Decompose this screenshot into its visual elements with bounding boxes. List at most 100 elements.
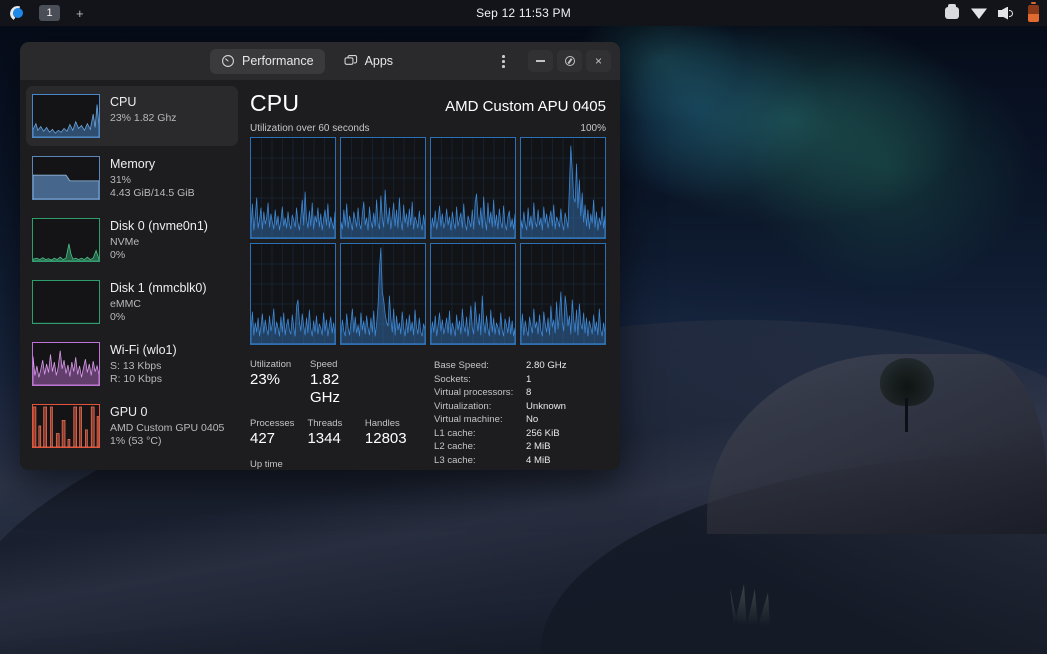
sidebar-item-wifi-sub2: R: 10 Kbps bbox=[110, 373, 177, 386]
sidebar-item-memory-sub2: 4.43 GiB/14.5 GiB bbox=[110, 187, 195, 200]
stat-utilization-value: 23% bbox=[250, 371, 310, 389]
stats-section: Utilization 23% Speed 1.82 GHz Processes… bbox=[250, 359, 606, 470]
sidebar-item-memory-text: Memory 31% 4.43 GiB/14.5 GiB bbox=[110, 156, 195, 200]
core-graph-1-plot bbox=[341, 138, 425, 238]
panel-header: CPU AMD Custom APU 0405 bbox=[250, 90, 606, 117]
system-tray bbox=[944, 0, 1041, 26]
sidebar-item-disk-0[interactable]: Disk 0 (nvme0n1) NVMe 0% bbox=[26, 210, 238, 270]
system-logo-icon[interactable] bbox=[10, 6, 25, 21]
minimize-icon bbox=[536, 60, 545, 62]
core-graph-5-plot bbox=[341, 244, 425, 344]
disk-0-thumbnail-graph bbox=[32, 218, 100, 262]
sidebar-item-gpu-0-sub1: AMD Custom GPU 0405 bbox=[110, 422, 224, 435]
sidebar-item-cpu-text: CPU 23% 1.82 Ghz bbox=[110, 94, 177, 125]
stat-handles-label: Handles bbox=[365, 418, 430, 430]
add-workspace-button[interactable]: + bbox=[72, 7, 88, 20]
wifi-icon[interactable] bbox=[971, 5, 987, 21]
spec-key-7: L3 cache: bbox=[434, 454, 526, 468]
core-graph-0-plot bbox=[251, 138, 335, 238]
spec-value-1: 1 bbox=[526, 373, 531, 387]
core-graph-6 bbox=[430, 243, 516, 345]
window-controls: × bbox=[494, 42, 611, 80]
volume-icon[interactable] bbox=[998, 5, 1014, 21]
maximize-button[interactable] bbox=[557, 50, 582, 72]
spec-value-7: 4 MiB bbox=[526, 454, 551, 468]
stat-utilization: Utilization 23% bbox=[250, 359, 310, 407]
stat-threads-value: 1344 bbox=[307, 430, 364, 448]
per-core-graph-grid bbox=[250, 137, 606, 345]
stat-row-processes-threads-handles: Processes 427 Threads 1344 Handles 12803 bbox=[250, 418, 430, 448]
windows-stack-icon bbox=[344, 54, 358, 68]
stat-processes-label: Processes bbox=[250, 418, 307, 430]
sidebar-item-wifi-text: Wi-Fi (wlo1) S: 13 Kbps R: 10 Kbps bbox=[110, 342, 177, 386]
sidebar-item-disk-1[interactable]: Disk 1 (mmcblk0) eMMC 0% bbox=[26, 272, 238, 332]
stat-utilization-label: Utilization bbox=[250, 359, 310, 371]
sidebar-item-gpu-0-sub2: 1% (53 °C) bbox=[110, 435, 224, 448]
disk-1-thumbnail-graph bbox=[32, 280, 100, 324]
sidebar-item-memory[interactable]: Memory 31% 4.43 GiB/14.5 GiB bbox=[26, 148, 238, 208]
sidebar-item-cpu-sub1: 23% 1.82 Ghz bbox=[110, 112, 177, 125]
spec-value-3: Unknown bbox=[526, 400, 566, 414]
sidebar-item-cpu[interactable]: CPU 23% 1.82 Ghz bbox=[26, 86, 238, 146]
graph-max-label: 100% bbox=[580, 123, 606, 134]
graph-header: Utilization over 60 seconds 100% bbox=[250, 123, 606, 134]
minimize-button[interactable] bbox=[528, 50, 553, 72]
spec-row-2: Virtual processors:8 bbox=[434, 386, 606, 400]
stat-handles-value: 12803 bbox=[365, 430, 430, 448]
cpu-specs-list: Base Speed:2.80 GHzSockets:1Virtual proc… bbox=[430, 359, 606, 470]
tab-performance-label: Performance bbox=[242, 54, 314, 68]
window-titlebar[interactable]: Performance Apps × bbox=[20, 42, 620, 80]
top-panel: 1 + Sep 12 11:53 PM bbox=[0, 0, 1047, 26]
top-panel-left: 1 + bbox=[0, 5, 88, 21]
gpu-0-thumbnail-graph bbox=[32, 404, 100, 448]
workspace-badge-1[interactable]: 1 bbox=[39, 5, 60, 21]
sidebar-item-disk-1-text: Disk 1 (mmcblk0) eMMC 0% bbox=[110, 280, 207, 324]
task-manager-window: Performance Apps × bbox=[20, 42, 620, 470]
stat-speed-label: Speed bbox=[310, 359, 370, 371]
wallpaper-tree bbox=[876, 354, 938, 432]
sidebar-item-cpu-title: CPU bbox=[110, 95, 177, 110]
tab-bar: Performance Apps bbox=[210, 49, 404, 74]
stat-row-uptime: Up time 00:02:44:08 bbox=[250, 459, 430, 470]
package-updates-icon[interactable] bbox=[944, 5, 960, 21]
spec-value-6: 2 MiB bbox=[526, 440, 551, 454]
clock[interactable]: Sep 12 11:53 PM bbox=[0, 6, 1047, 20]
spec-value-4: No bbox=[526, 413, 538, 427]
spec-key-5: L1 cache: bbox=[434, 427, 526, 441]
sidebar-item-disk-1-title: Disk 1 (mmcblk0) bbox=[110, 281, 207, 296]
sidebar-item-disk-0-title: Disk 0 (nvme0n1) bbox=[110, 219, 208, 234]
window-body: CPU 23% 1.82 Ghz Memory 31% 4.43 GiB/14.… bbox=[20, 80, 620, 470]
sidebar-item-gpu-0[interactable]: GPU 0 AMD Custom GPU 0405 1% (53 °C) bbox=[26, 396, 238, 456]
cpu-thumbnail-graph bbox=[32, 94, 100, 138]
sidebar-item-gpu-0-title: GPU 0 bbox=[110, 405, 224, 420]
spec-key-6: L2 cache: bbox=[434, 440, 526, 454]
spec-key-3: Virtualization: bbox=[434, 400, 526, 414]
sidebar-item-gpu-0-text: GPU 0 AMD Custom GPU 0405 1% (53 °C) bbox=[110, 404, 224, 448]
kebab-menu-icon[interactable] bbox=[494, 50, 512, 72]
core-graph-7 bbox=[520, 243, 606, 345]
tree-trunk bbox=[905, 398, 908, 432]
sidebar-item-disk-1-sub1: eMMC bbox=[110, 298, 207, 311]
core-graph-4 bbox=[250, 243, 336, 345]
core-graph-2 bbox=[430, 137, 516, 239]
tab-apps[interactable]: Apps bbox=[333, 49, 405, 74]
stat-processes: Processes 427 bbox=[250, 418, 307, 448]
stat-threads-label: Threads bbox=[307, 418, 364, 430]
spec-row-4: Virtual machine:No bbox=[434, 413, 606, 427]
stat-handles: Handles 12803 bbox=[365, 418, 430, 448]
sidebar-item-wifi-sub1: S: 13 Kbps bbox=[110, 360, 177, 373]
battery-icon[interactable] bbox=[1025, 5, 1041, 21]
resource-sidebar: CPU 23% 1.82 Ghz Memory 31% 4.43 GiB/14.… bbox=[20, 80, 242, 470]
sidebar-item-wifi-title: Wi-Fi (wlo1) bbox=[110, 343, 177, 358]
sidebar-item-wifi[interactable]: Wi-Fi (wlo1) S: 13 Kbps R: 10 Kbps bbox=[26, 334, 238, 394]
tab-performance[interactable]: Performance bbox=[210, 49, 325, 74]
memory-thumbnail-graph bbox=[32, 156, 100, 200]
close-button[interactable]: × bbox=[586, 50, 611, 72]
tab-apps-label: Apps bbox=[365, 54, 394, 68]
speedometer-icon bbox=[221, 54, 235, 68]
graph-caption: Utilization over 60 seconds bbox=[250, 123, 370, 134]
stat-uptime-label: Up time bbox=[250, 459, 329, 470]
cpu-model-label: AMD Custom APU 0405 bbox=[445, 98, 606, 115]
stat-row-utilization-speed: Utilization 23% Speed 1.82 GHz bbox=[250, 359, 430, 407]
page-title: CPU bbox=[250, 90, 299, 117]
